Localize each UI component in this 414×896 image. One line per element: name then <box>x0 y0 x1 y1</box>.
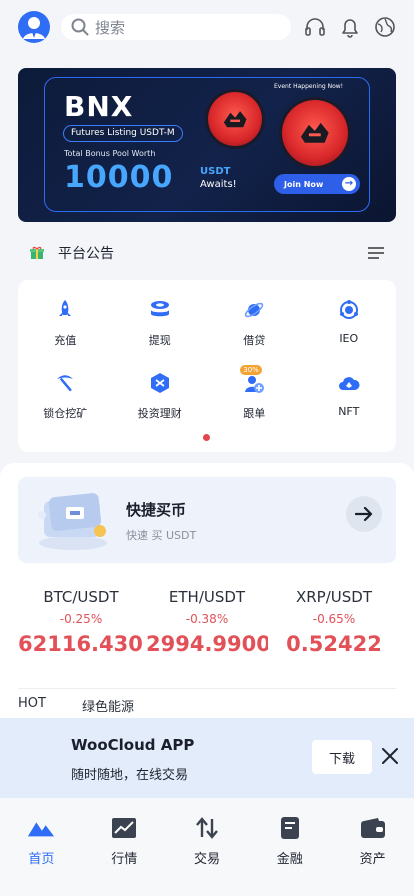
coins-icon <box>146 296 174 324</box>
grid-item-nft[interactable]: NFT <box>302 369 397 442</box>
headset-icon[interactable] <box>304 16 326 38</box>
ticker-price: 62116.43000 <box>18 632 144 656</box>
promo-banner[interactable]: BNX Futures Listing USDT-M Total Bonus P… <box>18 68 396 222</box>
ticker-xrp[interactable]: XRP/USDT -0.65% 0.52422 <box>272 588 396 656</box>
ticker-change: -0.38% <box>185 612 229 626</box>
ticker-eth[interactable]: ETH/USDT -0.38% 2994.99000 <box>146 588 268 656</box>
join-now-button[interactable]: Join Now → <box>274 174 360 194</box>
search-icon <box>71 18 89 36</box>
search-placeholder: 搜索 <box>95 18 126 37</box>
avatar[interactable] <box>18 11 50 43</box>
nft-cloud-icon <box>335 369 363 397</box>
planet-icon <box>240 296 268 324</box>
gift-icon <box>30 246 44 259</box>
top-bar: 搜索 <box>0 0 414 54</box>
announcement-label: 平台公告 <box>58 246 114 262</box>
user-icon <box>23 17 45 39</box>
app-download-bar: WooCloud APP 随时随地，在线交易 下载 <box>0 718 414 798</box>
bottom-nav: 首页 行情 交易 金融 资产 <box>0 798 414 896</box>
grid-item-deposit[interactable]: 充值 <box>18 296 113 369</box>
grid-item-invest[interactable]: 投资理财 <box>113 369 208 442</box>
banner-title: BNX <box>64 90 134 123</box>
ticker-price: 0.52422 <box>286 632 382 656</box>
close-icon[interactable] <box>380 746 400 766</box>
home-mountain-icon <box>27 814 55 842</box>
bnx-coin-large-icon <box>282 100 348 166</box>
download-button[interactable]: 下载 <box>312 740 372 774</box>
wallet-card-illustration <box>38 493 107 550</box>
document-icon <box>276 814 304 842</box>
nav-trade[interactable]: 交易 <box>166 798 249 896</box>
quick-buy-subtitle: 快速 买 USDT <box>126 529 197 542</box>
grid-item-ieo[interactable]: IEO <box>302 296 397 369</box>
ieo-icon <box>335 296 363 324</box>
nav-finance[interactable]: 金融 <box>248 798 331 896</box>
quick-buy-card[interactable]: 快捷买币 快速 买 USDT <box>18 477 396 563</box>
banner-amount: 10000 <box>64 160 174 195</box>
nav-assets[interactable]: 资产 <box>331 798 414 896</box>
carousel-dot[interactable] <box>203 434 210 441</box>
bnx-coin-icon <box>208 92 262 146</box>
invest-icon <box>146 369 174 397</box>
announcement-bar[interactable]: 平台公告 <box>30 240 384 266</box>
search-input[interactable]: 搜索 <box>61 14 291 40</box>
app-desc: 随时随地，在线交易 <box>71 768 189 783</box>
quick-buy-button[interactable] <box>346 496 382 532</box>
copy-trade-icon: 30% <box>240 365 268 397</box>
nav-market[interactable]: 行情 <box>83 798 166 896</box>
grid-item-copy-trade[interactable]: 30% 跟单 <box>207 365 302 442</box>
quick-buy-title: 快捷买币 <box>126 501 187 519</box>
category-tabs: HOT 绿色能源 <box>18 696 134 716</box>
chart-icon <box>110 814 138 842</box>
banner-bonus-label: Total Bonus Pool Worth <box>64 149 156 158</box>
globe-icon[interactable] <box>374 16 396 38</box>
arrow-right-icon <box>355 506 373 522</box>
ticker-change: -0.25% <box>59 612 103 626</box>
pickaxe-icon <box>51 369 79 397</box>
ticker-row: BTC/USDT -0.25% 62116.43000 ETH/USDT -0.… <box>0 588 414 668</box>
feature-grid: 充值 提现 借贷 IEO 锁仓挖矿 投资理财 30% 跟单 NFT <box>18 280 396 452</box>
arrow-right-icon: → <box>342 177 356 191</box>
bell-icon[interactable] <box>339 16 361 38</box>
promo-badge: 30% <box>240 365 262 375</box>
ticker-change: -0.65% <box>312 612 356 626</box>
divider <box>18 688 396 689</box>
ticker-btc[interactable]: BTC/USDT -0.25% 62116.43000 <box>18 588 144 656</box>
banner-pill: Futures Listing USDT-M <box>63 125 183 142</box>
ticker-pair: XRP/USDT <box>295 588 372 606</box>
tab-green-energy[interactable]: 绿色能源 <box>82 696 134 716</box>
banner-unit: USDT <box>200 166 231 177</box>
ticker-pair: BTC/USDT <box>43 588 119 606</box>
ticker-price: 2994.99000 <box>146 632 268 656</box>
banner-event: Event Happening Now! <box>274 83 344 90</box>
list-menu-icon[interactable] <box>368 246 384 260</box>
wallet-icon <box>359 814 387 842</box>
tab-hot[interactable]: HOT <box>18 696 46 716</box>
grid-item-staking[interactable]: 锁仓挖矿 <box>18 369 113 442</box>
nav-home[interactable]: 首页 <box>0 798 83 896</box>
banner-awaits: Awaits! <box>200 179 237 190</box>
app-name: WooCloud APP <box>71 736 195 754</box>
grid-item-loan[interactable]: 借贷 <box>207 296 302 369</box>
ticker-pair: ETH/USDT <box>168 588 246 606</box>
swap-arrows-icon <box>193 814 221 842</box>
grid-item-withdraw[interactable]: 提现 <box>113 296 208 369</box>
rocket-icon <box>51 296 79 324</box>
